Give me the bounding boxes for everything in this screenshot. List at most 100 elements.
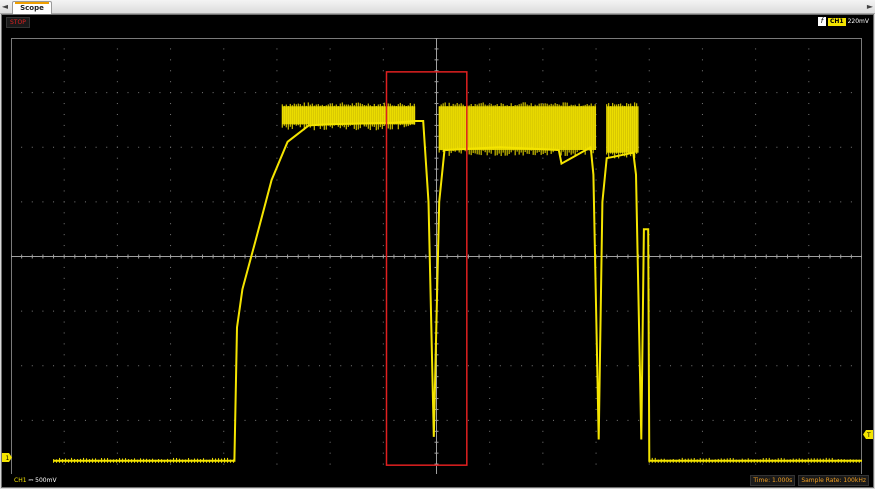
grid-dot (74, 310, 76, 312)
grid-dot (606, 92, 608, 94)
grid-dot (850, 365, 852, 367)
grid-dot (180, 201, 182, 203)
grid-dot (244, 419, 246, 421)
run-stop-indicator[interactable]: STOP (6, 17, 30, 28)
grid-dot (733, 92, 735, 94)
grid-dot (84, 310, 86, 312)
grid-dot (638, 419, 640, 421)
grid-dot (414, 310, 416, 312)
grid-dot (808, 59, 810, 61)
grid-dot (106, 146, 108, 148)
tab-scroll-right-icon[interactable]: ► (865, 0, 875, 13)
grid-dot (159, 92, 161, 94)
grid-dot (350, 201, 352, 203)
grid-dot (116, 463, 118, 465)
sample-rate[interactable]: Sample Rate: 100kHz (798, 475, 869, 486)
grid-dot (170, 332, 172, 334)
waveform-display[interactable] (11, 38, 862, 475)
time-per-div[interactable]: Time: 1.000s (750, 475, 796, 486)
grid-dot (595, 430, 597, 432)
grid-dot (382, 376, 384, 378)
grid-dot (223, 103, 225, 105)
grid-dot (701, 212, 703, 214)
grid-dot (489, 288, 491, 290)
grid-dot (701, 288, 703, 290)
grid-dot (74, 419, 76, 421)
grid-dot (116, 81, 118, 83)
grid-dot (659, 201, 661, 203)
grid-dot (265, 310, 267, 312)
grid-dot (712, 310, 714, 312)
scope-window: STOP f CH1 220mV CH1 ⎓ 500mV Time: 1.000… (1, 14, 874, 488)
grid-dot (755, 223, 757, 225)
grid-dot (170, 223, 172, 225)
grid-dot (840, 310, 842, 312)
grid-dot (329, 430, 331, 432)
grid-dot (116, 288, 118, 290)
grid-dot (701, 59, 703, 61)
grid-dot (691, 365, 693, 367)
grid-dot (63, 179, 65, 181)
grid-dot (595, 59, 597, 61)
channel-scale[interactable]: CH1 ⎓ 500mV (14, 476, 57, 485)
grid-dot (531, 365, 533, 367)
grid-dot (404, 201, 406, 203)
grid-dot (510, 310, 512, 312)
waveform-canvas[interactable] (11, 38, 862, 475)
grid-dot (542, 59, 544, 61)
grid-dot (276, 408, 278, 410)
grid-dot (531, 201, 533, 203)
grid-dot (382, 354, 384, 356)
grid-dot (542, 354, 544, 356)
grid-dot (223, 92, 225, 94)
grid-dot (276, 223, 278, 225)
grid-dot (755, 201, 757, 203)
grid-dot (276, 81, 278, 83)
grid-dot (712, 365, 714, 367)
grid-dot (233, 201, 235, 203)
grid-dot (255, 419, 257, 421)
grid-dot (170, 310, 172, 312)
tab-scope[interactable]: Scope (12, 1, 52, 14)
grid-dot (542, 81, 544, 83)
grid-dot (489, 430, 491, 432)
grid-dot (521, 92, 523, 94)
grid-dot (276, 463, 278, 465)
grid-dot (808, 168, 810, 170)
grid-dot (329, 387, 331, 389)
grid-dot (223, 321, 225, 323)
grid-dot (63, 81, 65, 83)
channel1-offset-marker[interactable]: 1 (2, 453, 12, 462)
grid-dot (276, 212, 278, 214)
trigger-info[interactable]: f CH1 220mV (817, 16, 869, 27)
grid-dot (63, 70, 65, 72)
grid-dot (276, 103, 278, 105)
grid-dot (701, 201, 703, 203)
grid-dot (84, 201, 86, 203)
grid-dot (489, 81, 491, 83)
grid-dot (180, 419, 182, 421)
trigger-level-marker[interactable]: T (863, 430, 873, 439)
grid-dot (382, 266, 384, 268)
trigger-channel-badge: CH1 (827, 17, 846, 26)
grid-dot (170, 103, 172, 105)
grid-dot (372, 92, 374, 94)
grid-dot (106, 201, 108, 203)
grid-dot (489, 321, 491, 323)
grid-dot (712, 419, 714, 421)
trigger-marker-label: T (866, 432, 871, 439)
grid-dot (170, 157, 172, 159)
grid-dot (808, 124, 810, 126)
grid-dot (372, 365, 374, 367)
grid-dot (648, 124, 650, 126)
grid-dot (170, 179, 172, 181)
grid-dot (287, 201, 289, 203)
tab-scroll-left-icon[interactable]: ◄ (0, 0, 10, 13)
grid-dot (648, 48, 650, 50)
grid-dot (223, 168, 225, 170)
grid-dot (116, 135, 118, 137)
grid-dot (223, 288, 225, 290)
grid-dot (404, 310, 406, 312)
grid-dot (808, 212, 810, 214)
grid-dot (616, 92, 618, 94)
